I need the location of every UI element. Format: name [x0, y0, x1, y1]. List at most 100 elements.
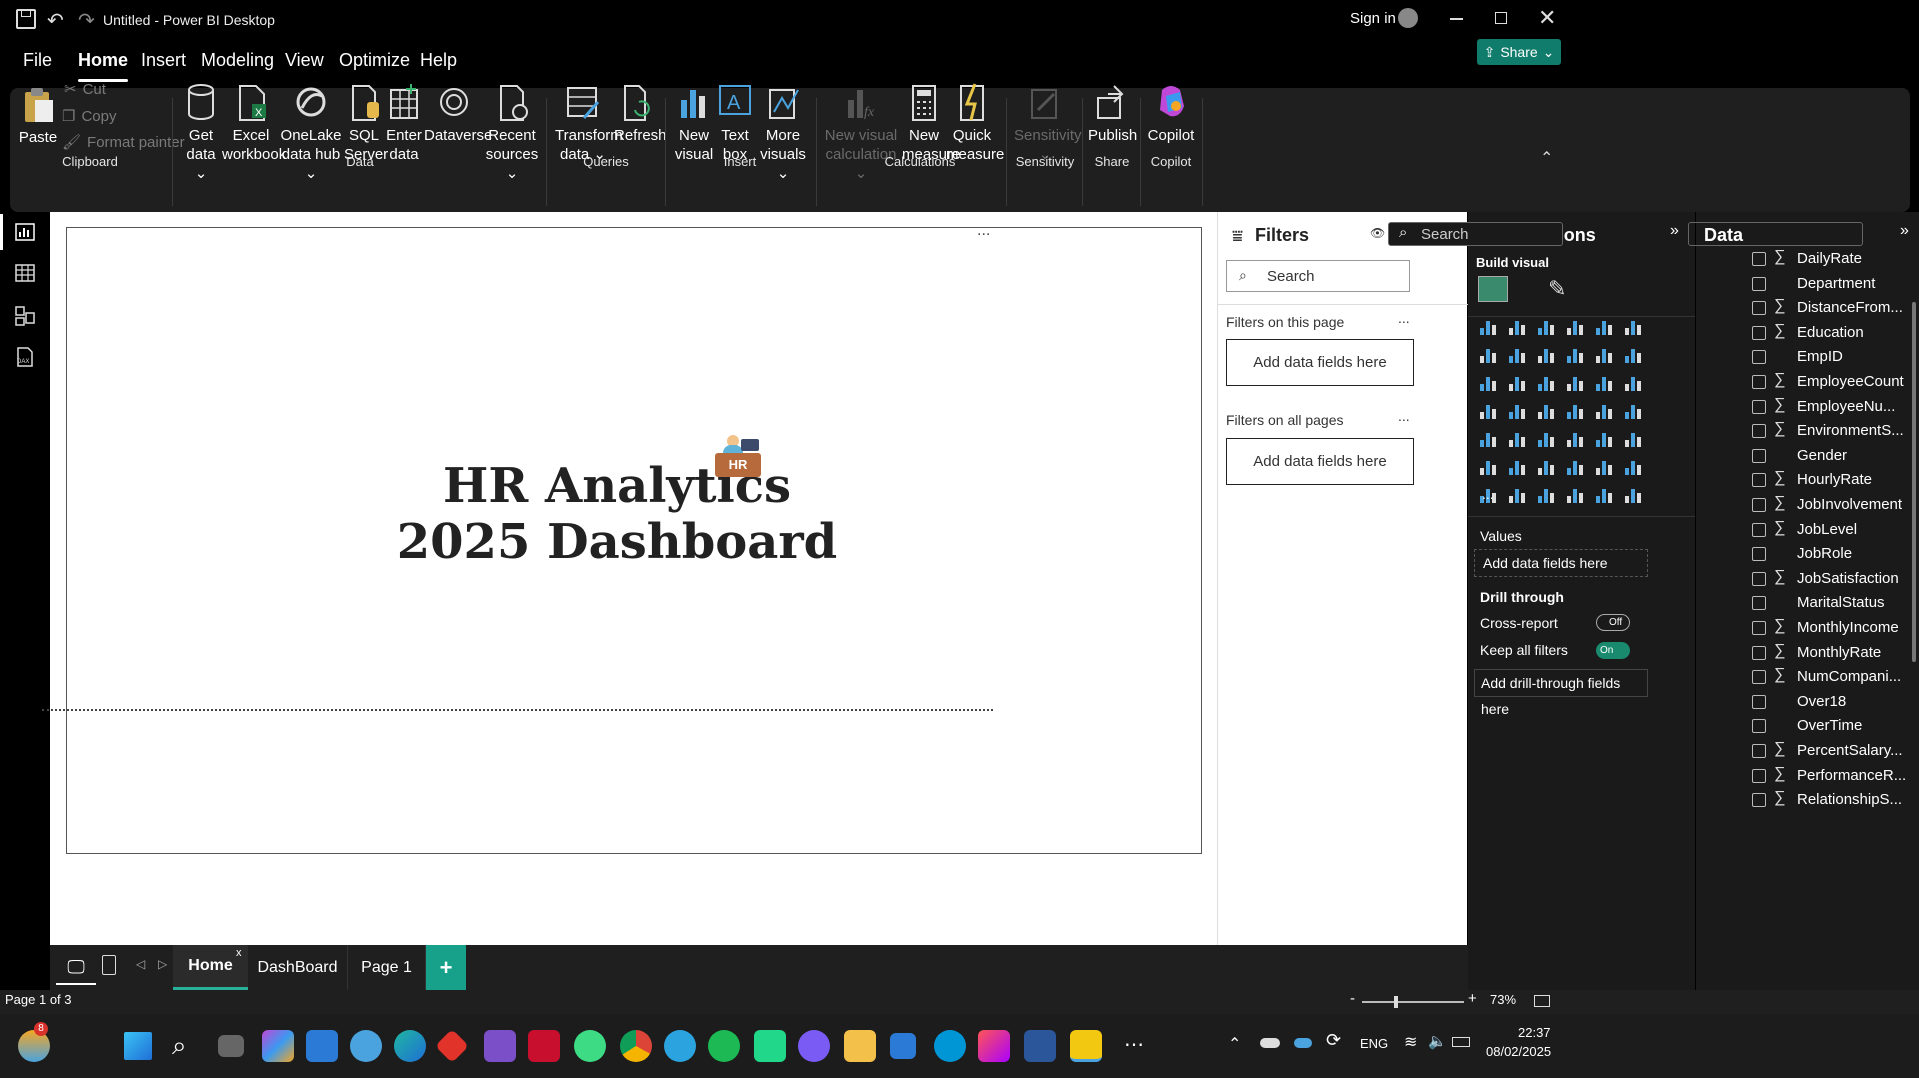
visual-type-icon[interactable]: [1565, 484, 1589, 506]
new-visual-button[interactable]: New visual: [674, 82, 714, 164]
field-checkbox[interactable]: [1752, 473, 1766, 488]
hp-icon[interactable]: [934, 1030, 966, 1062]
quick-measure-button[interactable]: Quick measure: [946, 82, 1004, 164]
page-tab-dashboard[interactable]: DashBoard: [248, 945, 348, 990]
share-button[interactable]: ⇪ Share ⌄: [1477, 39, 1561, 65]
menu-home[interactable]: Home: [78, 50, 129, 82]
data-search-wrapper[interactable]: [1688, 222, 1863, 246]
copilot-button[interactable]: Copilot: [1146, 82, 1196, 145]
visual-type-icon[interactable]: [1507, 372, 1531, 394]
recent-sources-button[interactable]: Recent sources ⌄: [483, 82, 541, 183]
account-icon[interactable]: [1398, 8, 1418, 28]
visual-type-icon[interactable]: [1478, 428, 1502, 450]
data-search-overlay[interactable]: ⌕ Search: [1388, 222, 1563, 246]
field-checkbox[interactable]: [1752, 325, 1766, 340]
visual-type-icon[interactable]: [1507, 456, 1531, 478]
visual-type-icon[interactable]: [1594, 316, 1618, 338]
format-visual-tab-icon[interactable]: ✎: [1548, 276, 1566, 302]
field-checkbox[interactable]: [1752, 645, 1766, 660]
data-scrollbar[interactable]: [1912, 302, 1916, 662]
desktop-layout-icon[interactable]: 🖵: [56, 951, 96, 985]
hr-desk-image[interactable]: HR: [715, 431, 763, 481]
field-checkbox[interactable]: [1752, 350, 1766, 365]
visual-type-icon[interactable]: [1478, 372, 1502, 394]
task-view-icon[interactable]: [218, 1035, 244, 1057]
close-tab-icon[interactable]: x: [236, 947, 242, 959]
field-checkbox[interactable]: [1752, 522, 1766, 537]
visual-type-icon[interactable]: [1565, 456, 1589, 478]
field-checkbox[interactable]: [1752, 301, 1766, 316]
visual-type-icon[interactable]: [1536, 316, 1560, 338]
menu-optimize[interactable]: Optimize: [339, 50, 410, 78]
mcafee-icon[interactable]: [528, 1030, 560, 1062]
weather-icon[interactable]: [18, 1030, 50, 1062]
field-checkbox[interactable]: [1752, 276, 1766, 291]
visual-type-icon[interactable]: [1594, 400, 1618, 422]
table-view-icon[interactable]: [14, 263, 36, 283]
collapse-visualizations-icon[interactable]: »: [1670, 222, 1679, 240]
sql-server-button[interactable]: SQL Server: [344, 82, 388, 164]
cut-button[interactable]: ✂ Cut: [64, 80, 106, 99]
visual-type-icon[interactable]: [1565, 400, 1589, 422]
visual-type-icon[interactable]: [1478, 344, 1502, 366]
language-indicator[interactable]: ENG: [1360, 1036, 1388, 1051]
excel-workbook-button[interactable]: X Excel workbook: [222, 82, 286, 164]
menu-insert[interactable]: Insert: [141, 50, 186, 78]
cloud-sync-icon[interactable]: [1294, 1038, 1312, 1048]
refresh-button[interactable]: Refresh: [614, 82, 667, 145]
filters-search-box[interactable]: ⌕ Search: [1226, 260, 1410, 292]
show-hidden-icons[interactable]: ⌃: [1228, 1034, 1241, 1054]
save-icon[interactable]: [16, 9, 36, 29]
power-bi-icon[interactable]: [1070, 1030, 1102, 1062]
zoom-out-icon[interactable]: -: [1350, 990, 1355, 1007]
visual-type-icon[interactable]: [1536, 344, 1560, 366]
field-checkbox[interactable]: [1752, 375, 1766, 389]
visual-type-icon[interactable]: [1478, 456, 1502, 478]
zoom-in-icon[interactable]: +: [1468, 990, 1477, 1007]
messenger-icon[interactable]: [798, 1030, 830, 1062]
sync-icon[interactable]: ⟳: [1326, 1030, 1341, 1051]
visual-type-icon[interactable]: [1594, 428, 1618, 450]
field-checkbox[interactable]: [1752, 719, 1766, 734]
field-checkbox[interactable]: [1752, 252, 1766, 266]
menu-modeling[interactable]: Modeling: [201, 50, 274, 78]
zoom-slider[interactable]: [1362, 1001, 1464, 1003]
pycharm-icon[interactable]: [754, 1030, 786, 1062]
visual-type-icon[interactable]: [1594, 372, 1618, 394]
visual-type-icon[interactable]: [1623, 484, 1647, 506]
store-icon[interactable]: [306, 1030, 338, 1062]
visual-type-icon[interactable]: [1536, 428, 1560, 450]
eye-icon[interactable]: 👁: [1370, 226, 1385, 240]
visual-type-icon[interactable]: [1565, 428, 1589, 450]
file-explorer-icon[interactable]: [844, 1030, 876, 1062]
onedrive-icon[interactable]: [1260, 1038, 1280, 1048]
clock-time[interactable]: 22:37: [1518, 1025, 1551, 1040]
filters-on-all-dropzone[interactable]: Add data fields here: [1226, 438, 1414, 485]
filters-on-all-more[interactable]: ...: [1398, 408, 1410, 424]
add-page-button[interactable]: +: [426, 945, 466, 990]
report-page[interactable]: ... HR Analytics 2025 Dashboard HR: [66, 222, 1202, 854]
redo-icon[interactable]: ↷: [78, 8, 95, 33]
visual-type-icon[interactable]: [1536, 456, 1560, 478]
visual-type-icon[interactable]: [1623, 372, 1647, 394]
report-canvas[interactable]: ... HR Analytics 2025 Dashboard HR: [42, 212, 1217, 945]
visual-type-icon[interactable]: [1536, 372, 1560, 394]
git-icon[interactable]: [435, 1029, 469, 1063]
wifi-icon[interactable]: ≋: [1404, 1032, 1417, 1052]
visual-type-icon[interactable]: [1623, 316, 1647, 338]
windows-start-icon[interactable]: [124, 1032, 152, 1060]
minimize-icon[interactable]: [1450, 18, 1463, 20]
telegram-icon[interactable]: [664, 1030, 696, 1062]
copilot-taskbar-icon[interactable]: [262, 1030, 294, 1062]
visual-type-icon[interactable]: [1594, 484, 1618, 506]
undo-icon[interactable]: ↶: [47, 8, 64, 33]
visual-type-icon[interactable]: [1623, 428, 1647, 450]
battery-icon[interactable]: [1452, 1037, 1470, 1047]
field-checkbox[interactable]: [1752, 768, 1766, 783]
text-box-button[interactable]: A Text box: [716, 82, 754, 164]
data-field-row[interactable]: ∑ RelationshipS...: [1696, 785, 1919, 815]
clock-date[interactable]: 08/02/2025: [1486, 1044, 1551, 1059]
menu-file[interactable]: File: [23, 50, 52, 78]
visual-type-icon[interactable]: [1623, 456, 1647, 478]
enter-data-button[interactable]: Enter data: [384, 82, 424, 164]
